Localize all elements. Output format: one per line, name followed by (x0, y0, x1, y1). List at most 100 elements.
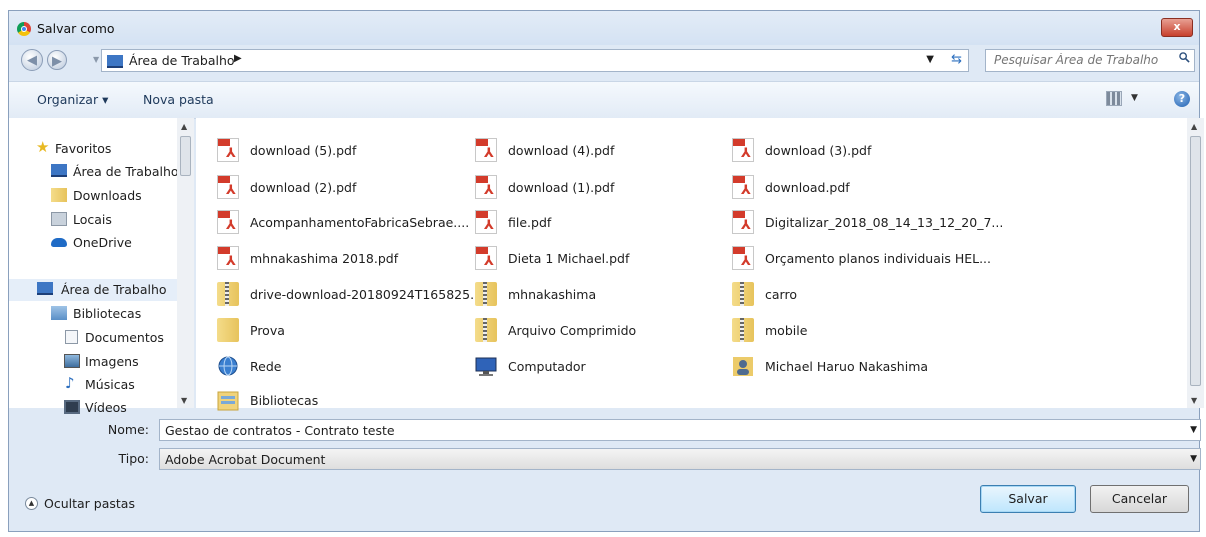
file-type-select[interactable]: Adobe Acrobat Document ▼ (159, 448, 1201, 470)
list-item[interactable]: ⅄ download (4).pdf (475, 136, 725, 164)
list-item[interactable]: ⅄ download (3).pdf (732, 136, 982, 164)
search-icon[interactable] (1179, 52, 1190, 63)
chevron-up-icon[interactable]: ▲ (25, 497, 38, 510)
list-item[interactable]: Arquivo Comprimido (475, 316, 725, 344)
list-item[interactable]: ⅄ download (2).pdf (217, 173, 467, 201)
pdf-icon: ⅄ (475, 138, 497, 162)
list-item[interactable]: ⅄ file.pdf (475, 208, 725, 236)
search-box[interactable] (985, 49, 1195, 72)
save-as-dialog: Salvar como x ◀ ▶ ▼ Área de Trabalho ▶ ▼… (8, 10, 1204, 532)
network-icon (218, 356, 238, 376)
nav-scroll-thumb[interactable] (180, 136, 191, 176)
desktop-icon (51, 164, 67, 177)
list-item[interactable]: drive-download-20180924T165825... (217, 280, 482, 308)
pdf-icon: ⅄ (475, 210, 497, 234)
view-options-icon[interactable] (1106, 91, 1122, 106)
scroll-down-icon[interactable]: ▼ (181, 396, 187, 405)
nav-item-favoritos[interactable]: ★ Favoritos (9, 138, 177, 160)
nav-item-musicas[interactable]: ♪ Músicas (9, 374, 177, 396)
chrome-icon (17, 22, 31, 36)
list-item[interactable]: Bibliotecas (217, 386, 467, 414)
zip-folder-icon (475, 318, 497, 342)
nav-item-imagens[interactable]: Imagens (9, 351, 177, 373)
scroll-down-icon[interactable]: ▼ (1191, 396, 1197, 405)
nav-scrollbar[interactable]: ▲ ▼ (177, 118, 194, 408)
list-item[interactable]: Prova (217, 316, 467, 344)
forward-button[interactable]: ▶ (47, 50, 67, 70)
pdf-icon: ⅄ (475, 246, 497, 270)
title-bar: Salvar como x (9, 11, 1199, 45)
nav-item-videos[interactable]: Vídeos (9, 397, 177, 419)
list-item[interactable]: ⅄ download (1).pdf (475, 173, 725, 201)
nav-item-locais[interactable]: Locais (9, 209, 177, 231)
address-dropdown-icon[interactable]: ▼ (926, 54, 934, 65)
pdf-icon: ⅄ (217, 246, 239, 270)
nav-item-downloads[interactable]: Downloads (9, 185, 177, 207)
back-button[interactable]: ◀ (21, 49, 43, 71)
list-item[interactable]: ⅄ Orçamento planos individuais HEL... (732, 244, 991, 272)
libraries-icon (51, 306, 67, 320)
computer-icon (475, 357, 497, 376)
folder-icon (217, 318, 239, 342)
breadcrumb-arrow-icon[interactable]: ▶ (234, 53, 242, 64)
list-item[interactable]: ⅄ download.pdf (732, 173, 982, 201)
close-button[interactable]: x (1161, 18, 1193, 37)
nav-item-bibliotecas[interactable]: Bibliotecas (9, 303, 177, 325)
type-label: Tipo: (118, 451, 149, 466)
list-item[interactable]: carro (732, 280, 982, 308)
chevron-down-icon[interactable]: ▼ (1190, 425, 1197, 435)
address-location[interactable]: Área de Trabalho (129, 53, 235, 68)
cancel-button[interactable]: Cancelar (1090, 485, 1189, 513)
desktop-icon (37, 282, 53, 295)
nav-item-area-de-trabalho[interactable]: Área de Trabalho (9, 279, 177, 301)
zip-folder-icon (732, 282, 754, 306)
list-item[interactable]: ⅄ Dieta 1 Michael.pdf (475, 244, 725, 272)
list-item[interactable]: ⅄ Digitalizar_2018_08_14_13_12_20_7... (732, 208, 1003, 236)
onedrive-icon (51, 238, 67, 247)
new-folder-button[interactable]: Nova pasta (143, 92, 214, 107)
pdf-icon: ⅄ (217, 210, 239, 234)
file-list-scrollbar[interactable]: ▲ ▼ (1187, 118, 1204, 408)
history-dropdown-icon[interactable]: ▼ (93, 55, 99, 64)
nav-item-documentos[interactable]: Documentos (9, 327, 177, 349)
list-item[interactable]: mobile (732, 316, 982, 344)
pdf-icon: ⅄ (732, 246, 754, 270)
nav-item-onedrive[interactable]: OneDrive (9, 232, 177, 254)
music-icon: ♪ (65, 374, 75, 392)
list-item[interactable]: ⅄ download (5).pdf (217, 136, 467, 164)
scroll-up-icon[interactable]: ▲ (1191, 122, 1197, 131)
file-type-value[interactable]: Adobe Acrobat Document (165, 452, 325, 467)
organize-menu-button[interactable]: Organizar ▾ (37, 92, 108, 107)
search-input[interactable] (992, 52, 1166, 68)
list-item[interactable]: Michael Haruo Nakashima (732, 352, 982, 380)
help-icon[interactable]: ? (1174, 91, 1190, 107)
list-item[interactable]: ⅄ mhnakashima 2018.pdf (217, 244, 467, 272)
documents-icon (65, 330, 78, 344)
user-folder-icon (733, 357, 753, 376)
chevron-down-icon[interactable]: ▼ (1190, 454, 1197, 464)
list-item[interactable]: mhnakashima (475, 280, 725, 308)
pdf-icon: ⅄ (475, 175, 497, 199)
hide-folders-button[interactable]: Ocultar pastas (44, 496, 135, 511)
desktop-icon (107, 55, 123, 68)
file-name-value[interactable]: Gestao de contratos - Contrato teste (165, 423, 395, 438)
address-row: ◀ ▶ ▼ Área de Trabalho ▶ ▼ ⇆ (9, 45, 1199, 75)
address-bar[interactable]: Área de Trabalho ▶ ▼ ⇆ (101, 49, 969, 72)
list-item[interactable]: ⅄ AcompanhamentoFabricaSebrae.... (217, 208, 469, 236)
pdf-icon: ⅄ (217, 138, 239, 162)
zip-folder-icon (732, 318, 754, 342)
pictures-icon (64, 354, 80, 368)
downloads-icon (51, 188, 67, 202)
recent-places-icon (51, 212, 67, 226)
file-name-field[interactable]: Gestao de contratos - Contrato teste ▼ (159, 419, 1201, 441)
pdf-icon: ⅄ (217, 175, 239, 199)
file-list-scroll-thumb[interactable] (1190, 136, 1201, 386)
save-button[interactable]: Salvar (980, 485, 1076, 513)
command-bar: Organizar ▾ Nova pasta ▼ ? (9, 81, 1199, 119)
nav-item-area-de-trabalho-fav[interactable]: Área de Trabalho (9, 161, 179, 183)
refresh-icon[interactable]: ⇆ (951, 52, 962, 67)
list-item[interactable]: Rede (217, 352, 467, 380)
view-dropdown-icon[interactable]: ▼ (1131, 93, 1138, 103)
list-item[interactable]: Computador (475, 352, 725, 380)
scroll-up-icon[interactable]: ▲ (181, 122, 187, 131)
